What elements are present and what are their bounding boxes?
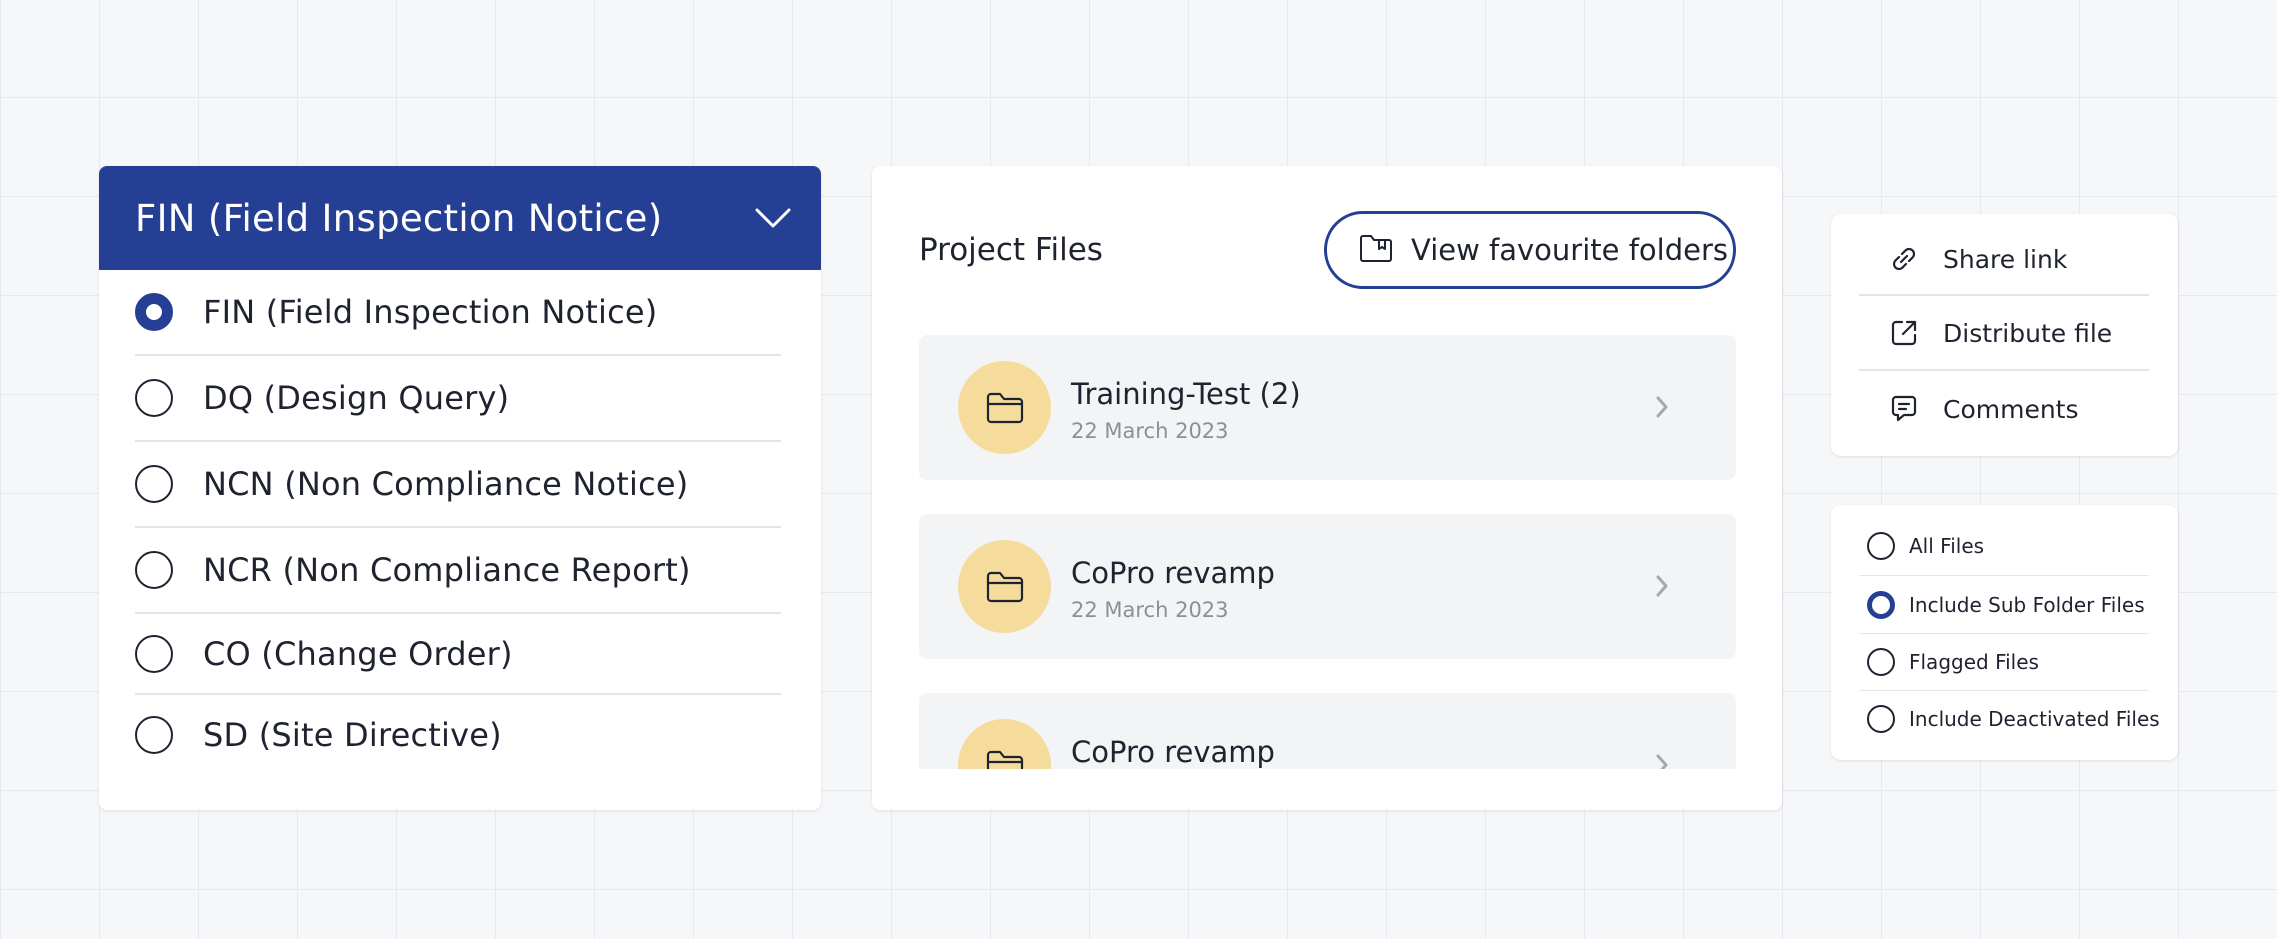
folder-favourite-icon — [1359, 233, 1393, 267]
share-link-item[interactable]: Share link — [1859, 222, 2149, 296]
file-filter-menu: All Files Include Sub Folder Files Flagg… — [1831, 505, 2178, 760]
filter-label: Include Sub Folder Files — [1909, 592, 2145, 617]
option-label: DQ (Design Query) — [203, 379, 510, 417]
comment-icon — [1887, 392, 1921, 426]
option-dq[interactable]: DQ (Design Query) — [135, 356, 781, 442]
folder-row[interactable]: CoPro revamp — [919, 693, 1736, 769]
link-icon — [1887, 242, 1921, 276]
dropdown-options: FIN (Field Inspection Notice) DQ (Design… — [99, 270, 821, 775]
notice-type-dropdown: FIN (Field Inspection Notice) FIN (Field… — [99, 166, 821, 810]
folder-icon — [958, 719, 1051, 769]
menu-item-label: Distribute file — [1943, 318, 2113, 348]
folder-name: Training-Test (2) — [1071, 377, 1301, 411]
filter-include-sub-folder-files[interactable]: Include Sub Folder Files — [1859, 576, 2149, 633]
folder-name: CoPro revamp — [1071, 556, 1275, 590]
folder-date: 22 March 2023 — [1071, 598, 1229, 622]
filter-all-files[interactable]: All Files — [1859, 517, 2149, 574]
divider — [1859, 369, 2149, 371]
chevron-down-icon[interactable] — [753, 198, 793, 238]
chevron-right-icon — [1648, 751, 1676, 769]
comments-item[interactable]: Comments — [1859, 372, 2149, 446]
external-link-icon — [1887, 316, 1921, 350]
filter-label: Flagged Files — [1909, 649, 2039, 674]
folder-icon — [958, 361, 1051, 454]
option-label: SD (Site Directive) — [203, 716, 502, 754]
favourite-button-label: View favourite folders — [1411, 233, 1729, 267]
menu-item-label: Share link — [1943, 244, 2068, 274]
radio-unselected[interactable] — [135, 379, 173, 417]
project-files-panel: Project Files View favourite folders Tra… — [872, 166, 1782, 810]
option-label: CO (Change Order) — [203, 634, 513, 673]
folder-icon — [958, 540, 1051, 633]
option-ncr[interactable]: NCR (Non Compliance Report) — [135, 528, 781, 614]
chevron-right-icon — [1648, 572, 1676, 600]
option-label: NCR (Non Compliance Report) — [203, 551, 691, 589]
dropdown-selected-label: FIN (Field Inspection Notice) — [135, 196, 663, 240]
file-actions-menu: Share link Distribute file Comments — [1831, 214, 2178, 456]
filter-include-deactivated-files[interactable]: Include Deactivated Files — [1859, 690, 2160, 747]
option-fin[interactable]: FIN (Field Inspection Notice) — [135, 270, 781, 356]
view-favourite-folders-button[interactable]: View favourite folders — [1324, 211, 1736, 289]
radio-unselected[interactable] — [1867, 647, 1895, 676]
folder-list: Training-Test (2) 22 March 2023 CoPro re… — [919, 335, 1736, 769]
radio-selected[interactable] — [135, 293, 173, 331]
menu-item-label: Comments — [1943, 394, 2079, 424]
dropdown-header[interactable]: FIN (Field Inspection Notice) — [99, 166, 821, 270]
folder-row[interactable]: Training-Test (2) 22 March 2023 — [919, 335, 1736, 480]
radio-unselected[interactable] — [135, 716, 173, 754]
distribute-file-item[interactable]: Distribute file — [1859, 296, 2149, 370]
radio-unselected[interactable] — [1867, 704, 1895, 733]
folder-name: CoPro revamp — [1071, 735, 1275, 769]
option-label: NCN (Non Compliance Notice) — [203, 465, 689, 503]
radio-unselected[interactable] — [1867, 531, 1895, 560]
folder-row[interactable]: CoPro revamp 22 March 2023 — [919, 514, 1736, 659]
option-ncn[interactable]: NCN (Non Compliance Notice) — [135, 442, 781, 528]
option-sd[interactable]: SD (Site Directive) — [135, 695, 781, 775]
panel-title: Project Files — [919, 232, 1103, 268]
radio-unselected[interactable] — [135, 634, 173, 673]
chevron-right-icon — [1648, 393, 1676, 421]
radio-unselected[interactable] — [135, 551, 173, 589]
option-label: FIN (Field Inspection Notice) — [203, 293, 658, 331]
radio-unselected[interactable] — [135, 465, 173, 503]
radio-selected[interactable] — [1867, 590, 1895, 619]
filter-flagged-files[interactable]: Flagged Files — [1859, 633, 2149, 690]
option-co[interactable]: CO (Change Order) — [135, 614, 781, 695]
folder-date: 22 March 2023 — [1071, 419, 1229, 443]
filter-label: Include Deactivated Files — [1909, 706, 2160, 731]
filter-label: All Files — [1909, 533, 1985, 558]
